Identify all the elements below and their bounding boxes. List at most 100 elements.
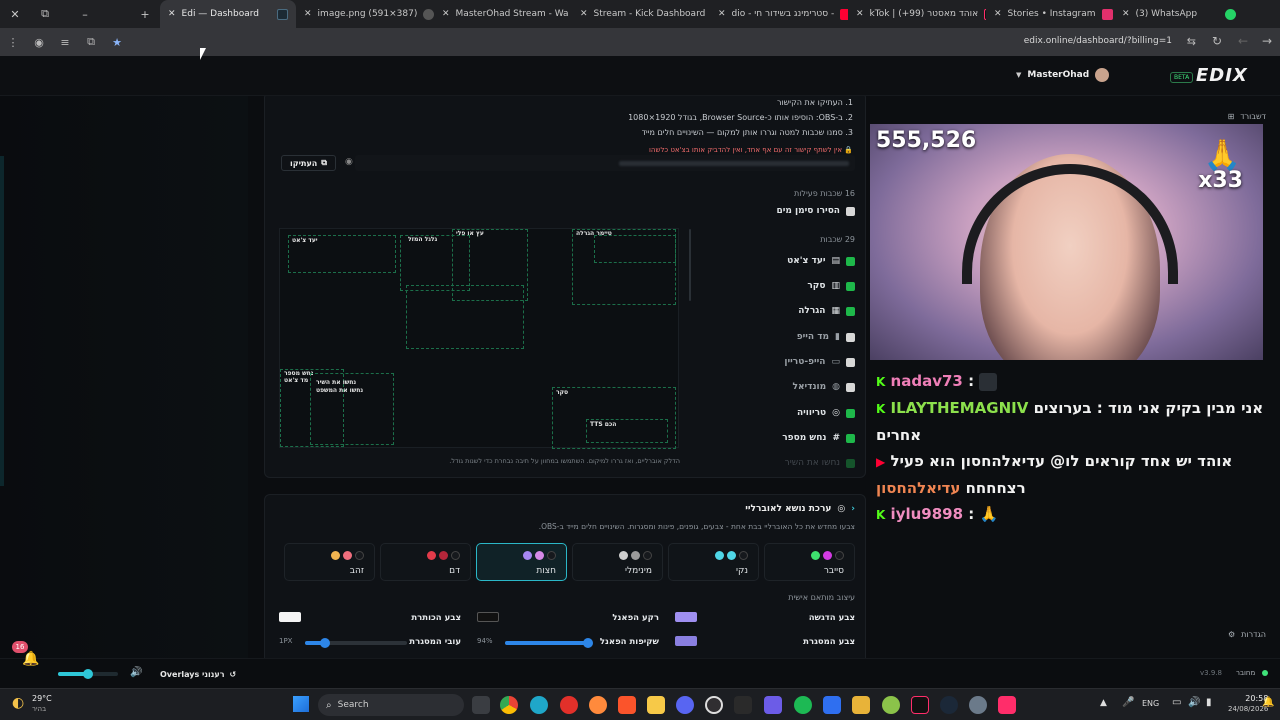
chat-app-icon[interactable]: [882, 696, 900, 714]
reading-list-icon[interactable]: ≡: [52, 36, 78, 49]
tab-kick-dashboard[interactable]: ✕ Stream - Kick Dashboard: [572, 0, 710, 28]
refresh-overlays-button[interactable]: Overlays רענוני ↺: [154, 666, 242, 682]
forward-icon[interactable]: ←: [1238, 34, 1248, 48]
highlight-color-swatch[interactable]: [675, 612, 697, 622]
volume-slider[interactable]: [58, 669, 118, 679]
tab-image[interactable]: ✕ image.png (591×387): [296, 0, 434, 28]
dashboard-label[interactable]: דשבורד: [1240, 112, 1266, 121]
layer-item-guess-number[interactable]: נחש מספר #: [782, 433, 855, 443]
network-icon[interactable]: ▭: [1172, 697, 1181, 708]
microphone-icon[interactable]: 🎤: [1122, 697, 1134, 708]
settings-app-icon[interactable]: [969, 696, 987, 714]
layer-item-hype-meter[interactable]: מד הייפ ▮: [797, 332, 855, 342]
volume-knob[interactable]: [83, 669, 93, 679]
epic-icon[interactable]: [734, 696, 752, 714]
tab-close-icon[interactable]: ✕: [442, 9, 450, 19]
app-grid-icon[interactable]: [764, 696, 782, 714]
layer-item-poll[interactable]: סקר ▥: [807, 281, 855, 291]
extensions-icon[interactable]: ⧉: [78, 35, 104, 49]
copy-link-button[interactable]: העתיקו ⧉: [281, 155, 336, 171]
tab-close-icon[interactable]: ✕: [168, 9, 176, 19]
layer-checkbox[interactable]: [846, 256, 855, 266]
tab-close-icon[interactable]: ✕: [304, 9, 312, 19]
border-color-swatch[interactable]: [675, 636, 697, 646]
tab-close-icon[interactable]: ✕: [994, 9, 1002, 19]
bookmark-star-icon[interactable]: ★: [104, 36, 130, 49]
brave-icon[interactable]: [618, 696, 636, 714]
theme-option-gold[interactable]: זהב: [284, 543, 375, 581]
tab-whatsapp[interactable]: ✕ (3) WhatsApp: [1114, 0, 1244, 28]
layer-item-trivia[interactable]: טריוויה ◎: [797, 408, 855, 418]
layer-checkbox[interactable]: [846, 433, 855, 443]
overlay-url-field[interactable]: [355, 155, 855, 171]
tab-close-icon[interactable]: ✕: [856, 9, 864, 19]
app-icon[interactable]: [823, 696, 841, 714]
back-icon[interactable]: →: [1262, 34, 1272, 48]
layer-checkbox[interactable]: [846, 281, 855, 291]
notification-center-icon[interactable]: 🔔: [1262, 697, 1274, 708]
layer-checkbox[interactable]: [846, 306, 855, 316]
visibility-eye-icon[interactable]: ◉: [345, 157, 353, 167]
layer-checkbox[interactable]: [846, 332, 855, 342]
layer-box-raffle-timer[interactable]: [594, 235, 676, 263]
new-tab-icon[interactable]: +: [130, 0, 160, 28]
file-explorer-icon[interactable]: [647, 696, 665, 714]
user-menu[interactable]: ▼ MasterOhad: [1016, 68, 1110, 82]
opacity-slider[interactable]: [505, 638, 593, 648]
language-indicator[interactable]: ENG: [1142, 699, 1159, 708]
theme-option-cyber[interactable]: סייבר: [764, 543, 855, 581]
battery-icon[interactable]: ▮: [1206, 697, 1212, 708]
border-width-knob[interactable]: [320, 638, 331, 648]
opera-icon[interactable]: [560, 696, 578, 714]
collapse-chevron-icon[interactable]: ‹: [851, 504, 855, 514]
site-settings-icon[interactable]: ⇆: [1187, 35, 1196, 48]
tab-masterohad-stream[interactable]: ✕ MasterOhad Stream - Wa: [434, 0, 572, 28]
spotify-icon[interactable]: [794, 696, 812, 714]
tray-chevron-icon[interactable]: ▲: [1100, 698, 1107, 708]
settings-label[interactable]: הגדרות: [1241, 630, 1266, 639]
hide-watermark-toggle[interactable]: הסירו סימן מים: [776, 206, 855, 216]
menu-dots-icon[interactable]: ⋮: [0, 36, 26, 49]
reload-icon[interactable]: ↻: [1212, 34, 1222, 48]
border-width-slider[interactable]: [305, 638, 407, 648]
layer-box-trivia[interactable]: [406, 285, 524, 349]
minimize-icon[interactable]: –: [70, 0, 100, 28]
theme-option-blood[interactable]: דם: [380, 543, 471, 581]
title-color-swatch[interactable]: [279, 612, 301, 622]
profile-icon[interactable]: ◉: [26, 36, 52, 49]
windows-start-icon[interactable]: [293, 696, 309, 712]
layer-item-world-cup[interactable]: מונדיאל ◍: [793, 382, 855, 392]
layer-checkbox[interactable]: [846, 357, 855, 367]
layer-list-scrollbar[interactable]: [689, 229, 691, 301]
tab-close-icon[interactable]: ✕: [580, 9, 588, 19]
discord-icon[interactable]: [676, 696, 694, 714]
taskbar-search-box[interactable]: ⌕ Search: [318, 694, 464, 716]
layer-item-chat-goal[interactable]: יעד צ'אט ▤: [787, 256, 855, 266]
notification-bell[interactable]: 🔔: [22, 651, 40, 669]
layer-checkbox[interactable]: [846, 408, 855, 418]
speaker-icon[interactable]: 🔊: [130, 667, 142, 678]
tab-instagram[interactable]: ✕ Stories • Instagram: [986, 0, 1114, 28]
theme-option-clean[interactable]: נקי: [668, 543, 759, 581]
layer-item-hype-train[interactable]: הייפ-טריין ▭: [784, 357, 855, 367]
edge-icon[interactable]: [530, 696, 548, 714]
weather-icon[interactable]: ◐: [12, 695, 24, 711]
firefox-icon[interactable]: [589, 696, 607, 714]
tab-close-icon[interactable]: ✕: [1122, 9, 1130, 19]
theme-option-midnight[interactable]: חצות: [476, 543, 567, 581]
theme-option-minimal[interactable]: מינימלי: [572, 543, 663, 581]
tab-edix-dashboard[interactable]: ✕ Edi — Dashboard: [160, 0, 296, 28]
tab-tiktok[interactable]: ✕ kTok | אוהד מאסטר (99+): [848, 0, 986, 28]
tab-close-icon[interactable]: ✕: [718, 9, 726, 19]
restore-icon[interactable]: ⧉: [30, 0, 60, 28]
tab-youtube-studio[interactable]: ✕ dio - סטרימינג בשידור חי -: [710, 0, 848, 28]
layer-checkbox[interactable]: [846, 382, 855, 392]
overlay-canvas[interactable]: יעד צ'אט גלגל המזל עץ או פלי טיימר הגרלה…: [279, 228, 679, 449]
layer-item-partial[interactable]: נחשו את השיר: [785, 458, 855, 468]
opacity-knob[interactable]: [582, 638, 593, 648]
tiktok-live-icon[interactable]: [998, 696, 1016, 714]
layer-checkbox[interactable]: [846, 458, 855, 468]
volume-tray-icon[interactable]: 🔊: [1188, 697, 1200, 708]
layer-item-raffle[interactable]: הגרלה ▦: [798, 306, 855, 316]
watermark-checkbox[interactable]: [846, 206, 855, 216]
